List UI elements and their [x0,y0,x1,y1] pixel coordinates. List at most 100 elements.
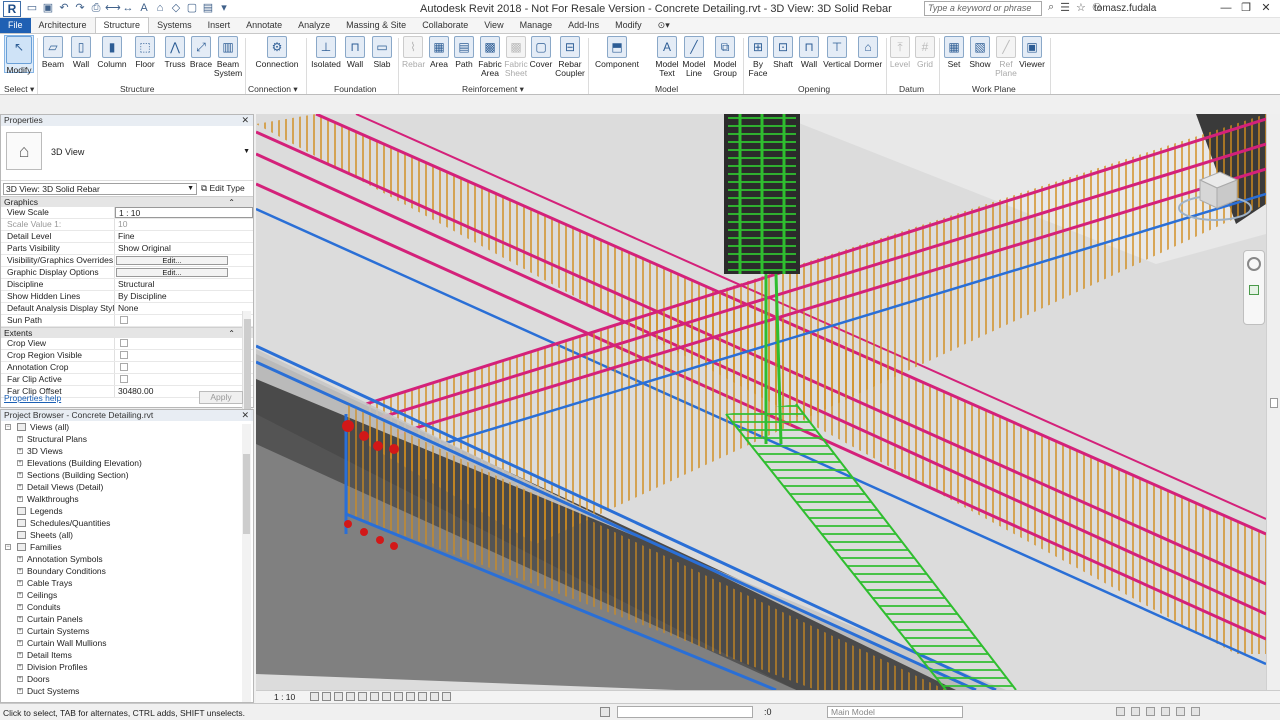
text-icon[interactable]: A [137,1,151,15]
property-row[interactable]: Default Analysis Display Style None [1,303,253,315]
select-links-icon[interactable] [1116,707,1125,716]
expand-icon[interactable]: + [17,640,23,646]
component-button[interactable]: ⬒ Component [594,36,640,69]
shadows-icon[interactable] [346,692,355,701]
property-value[interactable]: 10 [115,219,253,230]
property-value[interactable]: None [115,303,253,314]
property-value[interactable]: Structural [115,279,253,290]
reinforcement-panel-label[interactable]: Reinforcement ▾ [462,84,524,95]
favorites-icon[interactable]: ☆ [1076,1,1086,14]
tree-node-family-category[interactable]: + Curtain Systems [1,625,253,637]
property-value[interactable]: Show Original [115,243,253,254]
tab-view[interactable]: View [476,18,511,33]
property-row[interactable]: Parts Visibility Show Original [1,243,253,255]
temp-hide-icon[interactable] [406,692,415,701]
area-reinforcement-button[interactable]: ▦ Area [428,36,450,69]
expand-icon[interactable]: + [17,580,23,586]
expand-icon[interactable]: + [17,556,23,562]
design-option-dropdown[interactable]: Main Model [827,706,963,718]
truss-button[interactable]: ⋀ Truss [162,36,188,69]
tree-node-views[interactable]: − Views (all) [1,421,253,433]
checkbox[interactable] [120,351,128,359]
detail-level-icon[interactable] [310,692,319,701]
viewcube[interactable] [1175,160,1255,230]
properties-help-link[interactable]: Properties help [4,393,61,403]
tree-node-family-category[interactable]: + Annotation Symbols [1,553,253,565]
tree-node-view-category[interactable]: + Elevations (Building Elevation) [1,457,253,469]
property-row[interactable]: Discipline Structural [1,279,253,291]
model-group-button[interactable]: ⧉ Model Group [710,36,740,78]
tab-insert[interactable]: Insert [200,18,239,33]
edit-type-button[interactable]: ⧉ Edit Type [201,183,245,194]
filter-icon[interactable] [1191,707,1200,716]
tree-node-view-category[interactable]: + Structural Plans [1,433,253,445]
3d-view-icon[interactable]: ⌂ [153,1,167,15]
modify-button[interactable]: ↖ Modify [4,35,34,75]
subscription-icon[interactable]: ☰ [1060,1,1070,14]
tree-node-family-category[interactable]: + Detail Items [1,649,253,661]
cover-button[interactable]: ▢ Cover [529,36,553,69]
expand-icon[interactable]: + [17,676,23,682]
property-checkbox[interactable] [115,374,253,385]
connection-panel-label[interactable]: Connection ▾ [248,84,298,95]
select-underlay-icon[interactable] [1131,707,1140,716]
connection-button[interactable]: ⚙ Connection [254,36,300,69]
grid-button[interactable]: # Grid [914,36,936,69]
checkbox[interactable] [120,375,128,383]
tree-node-family-category[interactable]: + Doors [1,673,253,685]
expand-icon[interactable]: + [17,448,23,454]
expand-icon[interactable]: + [17,496,23,502]
close-icon[interactable]: ✕ [1256,0,1276,16]
tab-massing-site[interactable]: Massing & Site [338,18,414,33]
3d-viewport[interactable] [256,114,1266,690]
property-row[interactable]: Visibility/Graphics Overrides Edit... [1,255,253,267]
minimize-icon[interactable]: — [1216,0,1236,16]
property-row[interactable]: Crop View [1,338,253,350]
chevron-down-icon[interactable]: ▼ [243,148,250,155]
lock-view-icon[interactable] [394,692,403,701]
drag-elements-icon[interactable] [1176,707,1185,716]
expand-icon[interactable]: + [17,484,23,490]
search-icon[interactable]: ⌕ [1048,1,1054,14]
switch-windows-icon[interactable]: ▤ [201,1,215,15]
browser-scrollbar[interactable] [242,424,251,702]
property-value[interactable]: Edit... [115,267,253,278]
property-row[interactable]: Show Hidden Lines By Discipline [1,291,253,303]
property-row[interactable]: Crop Region Visible [1,350,253,362]
tab-architecture[interactable]: Architecture [31,18,95,33]
checkbox[interactable] [120,363,128,371]
rebar-button[interactable]: ⌇ Rebar [402,36,425,69]
tree-node-family-category[interactable]: + Duct Systems [1,685,253,697]
isolated-foundation-button[interactable]: ⊥ Isolated [311,36,341,69]
navigation-bar[interactable] [1243,250,1265,325]
rebar-model-canvas[interactable] [256,114,1266,690]
edit-button[interactable]: Edit... [116,268,228,277]
rebar-coupler-button[interactable]: ⊟ Rebar Coupler [555,36,585,78]
property-value[interactable]: 1 : 10 [115,207,253,218]
tree-node-family-category[interactable]: + Curtain Panels [1,613,253,625]
tree-node-family-category[interactable]: + Ceilings [1,589,253,601]
render-icon[interactable] [358,692,367,701]
fabric-sheet-button[interactable]: ▩ Fabric Sheet [504,36,528,78]
workset-icon[interactable] [600,707,610,717]
show-crop-icon[interactable] [382,692,391,701]
set-workplane-button[interactable]: ▦ Set [943,36,965,69]
wall-foundation-button[interactable]: ⊓ Wall [343,36,367,69]
tab-manage[interactable]: Manage [512,18,561,33]
property-value[interactable]: By Discipline [115,291,253,302]
sun-path-icon[interactable] [334,692,343,701]
dimension-icon[interactable]: ↔ [121,1,135,15]
level-button[interactable]: ⤒ Level [889,36,911,69]
steering-wheel-icon[interactable] [1247,257,1261,271]
workset-dropdown[interactable] [617,706,753,718]
shaft-button[interactable]: ⊡ Shaft [772,36,794,69]
property-row[interactable]: View Scale 1 : 10 [1,207,253,219]
analytical-model-icon[interactable] [430,692,439,701]
collapse-icon[interactable]: − [5,424,11,430]
viewer-button[interactable]: ▣ Viewer [1018,36,1046,69]
tree-node-family-category[interactable]: + Cable Trays [1,577,253,589]
expand-icon[interactable]: + [17,436,23,442]
select-by-face-icon[interactable] [1161,707,1170,716]
tree-node-view-category[interactable]: +3D Views [1,445,253,457]
user-name[interactable]: tomasz.fudala [1094,3,1156,14]
